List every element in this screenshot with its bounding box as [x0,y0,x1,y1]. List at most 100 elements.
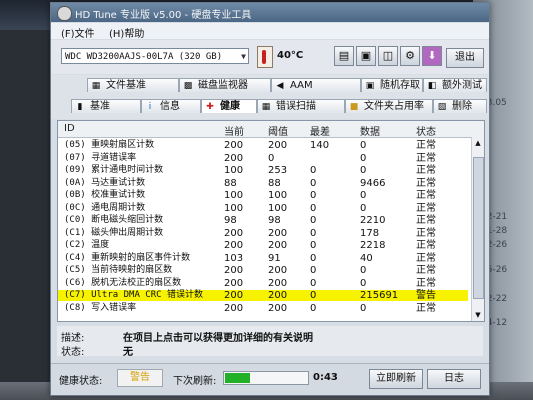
cell-worst: 0 [310,190,317,201]
vertical-scrollbar[interactable]: ▲ ▼ [471,137,484,321]
tab-disk-monitor[interactable]: ▩ 磁盘监视器 [179,78,271,92]
cell-current: 200 [224,302,244,314]
refresh-progress-bar [223,371,309,385]
refresh-now-button[interactable]: 立即刷新 [369,369,423,389]
temperature-value: 40°C [277,50,304,61]
cell-data: 2210 [360,215,386,226]
state-label: 状态: [61,347,85,358]
scroll-up-icon[interactable]: ▲ [472,138,484,148]
table-row[interactable]: (C8) 写入错误率 200 200 0 0 正常 [58,303,468,314]
cell-worst: 0 [310,177,317,189]
column-header-worst[interactable]: 最差 [310,123,330,138]
cell-status: 正常 [416,140,436,151]
copy-text-button[interactable]: ▣ [356,46,376,66]
table-row[interactable]: (C6) 脱机无法校正的扇区数 200 200 0 0 正常 [58,278,468,289]
cell-threshold: 200 [268,277,288,289]
table-row[interactable]: (C1) 磁头伸出周期计数 200 200 0 178 正常 [58,228,468,239]
cell-current: 98 [224,215,237,226]
tab-folder-usage[interactable]: ■ 文件夹占用率 [345,99,433,113]
cell-status: 正常 [416,165,436,176]
cell-id: (C4) 重新映射的扇区事件计数 [64,252,191,263]
toolbar: WDC WD3200AAJS-00L7A (320 GB) ▼ 40°C ▤ ▣… [51,40,489,74]
refresh-timer: 0:43 [313,372,338,383]
cell-worst: 0 [310,202,317,214]
table-row[interactable]: (C0) 断电磁头缩回计数 98 98 0 2210 正常 [58,215,468,226]
cell-status: 正常 [416,277,436,289]
table-row[interactable]: (C2) 温度 200 200 0 2218 正常 [58,240,468,251]
smart-table[interactable]: ID 当前 阈值 最差 数据 状态 (05) 重映射扇区计数 200 200 140 0… [57,120,485,322]
cell-status: 正常 [416,177,436,189]
cell-worst: 0 [310,290,317,301]
tab-label: 文件夹占用率 [364,101,424,112]
tab-random-access[interactable]: ▣ 随机存取 [361,78,423,92]
table-row[interactable]: (0A) 马达重试计数 88 88 0 9466 正常 [58,178,468,189]
cell-data: 0 [360,302,367,314]
settings-button[interactable]: ⚙ [400,46,420,66]
cell-worst: 0 [310,227,317,239]
cell-threshold: 88 [268,177,281,189]
table-row[interactable]: (C7) Ultra DMA CRC 错误计数 200 200 0 215691 警告 [58,290,468,301]
column-header-id[interactable]: ID [64,123,75,134]
column-header-status[interactable]: 状态 [416,123,436,138]
menu-file[interactable]: (F)文件 [61,25,95,40]
cell-current: 200 [224,277,244,289]
download-icon: ⬇ [427,49,437,62]
table-row[interactable]: (C4) 重新映射的扇区事件计数 103 91 0 40 正常 [58,253,468,264]
tab-label: 错误扫描 [276,101,316,112]
column-header-threshold[interactable]: 阈值 [268,123,288,138]
cell-id: (07) 寻道错误率 [64,152,137,163]
tab-label: 健康 [220,101,240,112]
scroll-thumb[interactable] [473,157,484,299]
tab-label: 额外测试 [442,80,482,91]
menu-help[interactable]: (H)帮助 [109,25,144,40]
column-header-data[interactable]: 数据 [360,123,380,138]
hdtune-window: HD Tune 专业版 v5.00 - 硬盘专业工具 (F)文件 (H)帮助 W… [50,2,490,396]
tab-error-scan[interactable]: ▦ 错误扫描 [257,99,345,113]
disk-monitor-icon: ▩ [183,81,193,91]
scroll-down-icon[interactable]: ▼ [472,310,484,320]
tab-health[interactable]: ✚ 健康 [201,99,257,113]
cell-worst: 140 [310,140,330,151]
tab-aam[interactable]: ◀ AAM [271,78,361,92]
cell-id: (0A) 马达重试计数 [64,177,146,188]
column-header-current[interactable]: 当前 [224,123,244,138]
cell-id: (0C) 通电周期计数 [64,202,146,213]
log-button[interactable]: 日志 [427,369,481,389]
table-row[interactable]: (05) 重映射扇区计数 200 200 140 0 正常 [58,140,468,151]
app-icon [57,6,72,21]
erase-icon: ▧ [437,102,447,112]
cell-threshold: 200 [268,240,288,251]
cell-threshold: 91 [268,252,281,264]
screenshot-button[interactable]: ◫ [378,46,398,66]
table-row[interactable]: (07) 寻道错误率 200 0 0 正常 [58,153,468,164]
cell-status: 正常 [416,302,436,314]
table-row[interactable]: (09) 累计通电时间计数 100 253 0 0 正常 [58,165,468,176]
table-row[interactable]: (C5) 当前待映射的扇区数 200 200 0 0 正常 [58,265,468,276]
tab-extra-tests[interactable]: ◧ 额外测试 [423,78,487,92]
description-value: 在项目上点击可以获得更加详细的有关说明 [123,333,313,344]
info-icon: i [148,102,152,112]
tab-file-benchmark[interactable]: ▦ 文件基准 [87,78,179,92]
cell-worst: 0 [310,277,317,289]
exit-button[interactable]: 退出 [446,48,484,68]
download-button[interactable]: ⬇ [422,46,442,66]
copy-button[interactable]: ▤ [334,46,354,66]
cell-data: 0 [360,165,367,176]
cell-threshold: 200 [268,290,288,301]
cell-worst: 0 [310,265,317,276]
cell-id: (05) 重映射扇区计数 [64,140,155,150]
tab-info[interactable]: i 信息 [141,99,201,113]
cell-status: 正常 [416,190,436,201]
table-row[interactable]: (0B) 校准重试计数 100 100 0 0 正常 [58,190,468,201]
benchmark-icon: ▮ [77,102,83,112]
cell-current: 200 [224,140,244,151]
cell-current: 100 [224,190,244,201]
cell-current: 200 [224,227,244,239]
tab-benchmark[interactable]: ▮ 基准 [71,99,141,113]
cell-data: 0 [360,202,367,214]
cell-data: 40 [360,252,373,264]
table-row[interactable]: (0C) 通电周期计数 100 100 0 0 正常 [58,203,468,214]
tab-strip: ▦ 文件基准 ▩ 磁盘监视器 ◀ AAM ▣ 随机存取 ◧ 额外测试 ▮ 基准 i 信息 ✚ 健… [51,75,489,119]
tab-erase[interactable]: ▧ 删除 [433,99,487,113]
drive-select[interactable]: WDC WD3200AAJS-00L7A (320 GB) ▼ [61,48,249,64]
